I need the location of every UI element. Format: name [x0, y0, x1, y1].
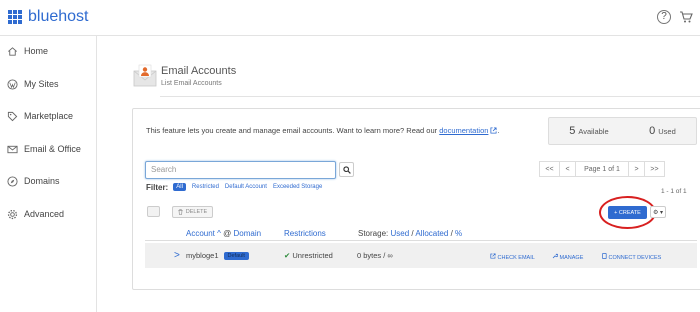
last-page-button[interactable]: >>	[644, 161, 665, 177]
available-label: Available	[578, 127, 609, 136]
brand-name: bluehost	[28, 8, 89, 25]
page-title: Email Accounts	[161, 65, 237, 77]
search-button[interactable]	[339, 162, 354, 177]
tag-icon	[7, 111, 18, 121]
page-select[interactable]: Page 1 of 1	[575, 161, 629, 177]
at-sign: @	[223, 229, 232, 238]
sidebar-item-advanced[interactable]: Advanced	[0, 203, 97, 225]
sidebar-item-label: Home	[24, 46, 49, 56]
filter-bar: Filter: All Restricted Default Account E…	[146, 182, 328, 192]
account-stats: 5 Available 0 Used	[548, 117, 697, 145]
sort-asc-icon: ^	[217, 229, 221, 238]
first-page-button[interactable]: <<	[539, 161, 560, 177]
check-email-button[interactable]: CHECK EMAIL	[490, 253, 535, 261]
storage-separator: /	[411, 229, 414, 238]
page-header: Email Accounts List Email Accounts	[132, 62, 700, 97]
restriction-text: Unrestricted	[292, 251, 333, 260]
cart-icon[interactable]	[679, 10, 693, 24]
account-column-header[interactable]: Account ^ @ Domain	[186, 229, 261, 238]
home-icon	[8, 46, 17, 56]
manage-button[interactable]: MANAGE	[552, 253, 583, 261]
connect-devices-label: CONNECT DEVICES	[608, 255, 662, 261]
sidebar-item-my-sites[interactable]: My Sites	[0, 73, 97, 95]
app-root: bluehost ? Home My Sites Marketplace Ema…	[0, 0, 700, 312]
wrench-icon	[552, 253, 559, 259]
check-email-label: CHECK EMAIL	[497, 255, 535, 261]
restrictions-column-header[interactable]: Restrictions	[284, 229, 326, 238]
percent-sort-link[interactable]: %	[455, 229, 462, 238]
storage-separator: /	[450, 229, 453, 238]
pagination: << < Page 1 of 1 > >>	[539, 161, 665, 177]
connect-devices-button[interactable]: CONNECT DEVICES	[602, 253, 661, 261]
table-row[interactable]: > mybloge1 Default ✔ Unrestricted 0 bytes…	[145, 243, 697, 268]
search-icon	[343, 166, 351, 174]
manage-label: MANAGE	[559, 255, 584, 261]
available-count: 5	[569, 125, 576, 137]
wordpress-icon	[7, 78, 18, 90]
filter-all[interactable]: All	[173, 183, 186, 191]
bluehost-grid-icon	[8, 10, 22, 24]
sidebar-item-domains[interactable]: Domains	[0, 170, 97, 192]
sidebar-item-label: My Sites	[24, 79, 59, 89]
sidebar: Home My Sites Marketplace Email & Office…	[0, 36, 97, 312]
search-input[interactable]: Search	[145, 161, 336, 179]
default-badge: Default	[223, 252, 249, 260]
delete-label: DELETE	[185, 209, 208, 215]
compass-icon	[7, 175, 18, 187]
next-page-button[interactable]: >	[628, 161, 645, 177]
table-header: Account ^ @ Domain Restrictions Storage:…	[145, 221, 697, 241]
used-sort-link[interactable]: Used	[390, 229, 409, 238]
storage-column-header: Storage: Used / Allocated / %	[358, 229, 462, 238]
filter-restricted[interactable]: Restricted	[192, 184, 219, 190]
documentation-link[interactable]: documentation	[439, 126, 488, 135]
filter-label: Filter:	[146, 182, 169, 192]
gear-icon	[7, 209, 18, 219]
help-icon[interactable]: ?	[657, 10, 671, 24]
email-accounts-icon	[133, 64, 157, 87]
check-icon: ✔	[284, 251, 291, 260]
result-count: 1 - 1 of 1	[661, 188, 687, 195]
external-link-icon	[490, 253, 496, 259]
top-bar: bluehost ?	[0, 0, 700, 36]
storage-prefix: Storage:	[358, 229, 389, 238]
expand-row-icon[interactable]: >	[174, 250, 180, 261]
sidebar-item-email-office[interactable]: Email & Office	[0, 138, 97, 160]
filter-default-account[interactable]: Default Account	[225, 184, 267, 190]
sidebar-item-label: Email & Office	[24, 144, 81, 154]
sidebar-item-marketplace[interactable]: Marketplace	[0, 105, 97, 127]
used-stat: 0 Used	[649, 125, 676, 137]
trash-icon	[178, 209, 183, 215]
restriction-cell: ✔ Unrestricted	[284, 251, 333, 260]
storage-cell: 0 bytes / ∞	[357, 251, 393, 260]
sidebar-item-home[interactable]: Home	[0, 40, 97, 62]
intro-sentence: This feature lets you create and manage …	[146, 126, 438, 135]
intro-text: This feature lets you create and manage …	[146, 126, 500, 135]
mobile-device-icon	[602, 253, 607, 259]
sidebar-item-label: Marketplace	[24, 111, 74, 121]
prev-page-button[interactable]: <	[559, 161, 576, 177]
used-count: 0	[649, 125, 656, 137]
delete-button[interactable]: DELETE	[172, 206, 213, 218]
select-all-checkbox[interactable]	[147, 206, 160, 217]
used-label: Used	[658, 127, 676, 136]
envelope-icon	[7, 145, 18, 153]
account-sort-link[interactable]: Account	[186, 229, 215, 238]
domain-sort-link[interactable]: Domain	[234, 229, 262, 238]
sidebar-item-label: Advanced	[24, 209, 65, 219]
breadcrumb: List Email Accounts	[161, 80, 222, 87]
sidebar-item-label: Domains	[24, 176, 60, 186]
intro-end: .	[497, 126, 500, 135]
available-stat: 5 Available	[569, 125, 608, 137]
restrictions-sort-link[interactable]: Restrictions	[284, 229, 326, 238]
brand-logo[interactable]: bluehost	[8, 7, 89, 27]
filter-exceeded-storage[interactable]: Exceeded Storage	[273, 184, 322, 190]
email-accounts-panel: This feature lets you create and manage …	[132, 108, 700, 290]
allocated-sort-link[interactable]: Allocated	[415, 229, 448, 238]
account-cell: mybloge1 Default	[186, 251, 249, 260]
header-divider	[160, 96, 700, 97]
settings-dropdown-button[interactable]: ⚙ ▾	[650, 206, 666, 218]
account-name: mybloge1	[186, 251, 219, 260]
